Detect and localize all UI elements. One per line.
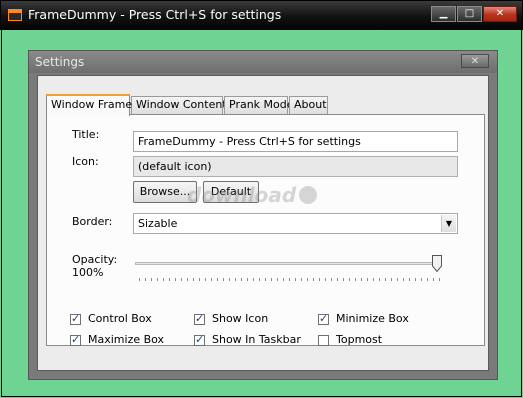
dialog-body: Window Frame Window Content Prank Mode A… [37,75,489,371]
watermark: download [187,183,318,207]
window-controls: ▁ □ ✕ [431,6,517,22]
app-window-icon [8,9,22,21]
tab-prank-mode[interactable]: Prank Mode [224,96,294,114]
window-titlebar[interactable]: FrameDummy - Press Ctrl+S for settings ▁… [0,0,523,30]
border-selected-value: Sizable [138,217,178,230]
dialog-titlebar[interactable]: Settings ✕ [29,51,497,73]
border-select[interactable]: Sizable ▼ [133,213,458,234]
close-button[interactable]: ✕ [483,6,517,22]
opacity-slider-ticks [139,278,441,281]
show-icon-label: Show Icon [212,312,269,325]
topmost-label: Topmost [336,333,383,346]
title-label: Title: [72,128,100,141]
topmost-checkbox[interactable] [318,335,329,346]
opacity-slider-track[interactable] [135,262,442,265]
border-label: Border: [72,215,113,228]
chevron-down-icon[interactable]: ▼ [441,215,456,232]
show-in-taskbar-label: Show In Taskbar [212,333,301,346]
maximize-box-label: Maximize Box [88,333,165,346]
control-box-checkbox[interactable] [70,312,81,325]
tab-panel-window-frame: Title: FrameDummy - Press Ctrl+S for set… [46,114,485,346]
opacity-slider-thumb[interactable] [432,255,442,272]
window-title: FrameDummy - Press Ctrl+S for settings [28,7,282,22]
control-box-label: Control Box [88,312,152,325]
dialog-title: Settings [35,55,85,69]
icon-path-field: (default icon) [133,156,458,177]
icon-label: Icon: [72,155,99,168]
watermark-text: download [187,183,297,207]
opacity-value: 100% [72,266,104,279]
minimize-button[interactable]: ▁ [431,6,456,22]
dialog-close-button[interactable]: ✕ [461,54,489,68]
tab-window-frame[interactable]: Window Frame [46,94,132,116]
opacity-label: Opacity: [72,253,118,266]
tab-about[interactable]: About [289,96,328,114]
settings-dialog: Settings ✕ Window Frame Window Content P… [28,50,498,380]
minimize-box-label: Minimize Box [336,312,409,325]
maximize-box-checkbox[interactable] [70,333,81,346]
show-in-taskbar-checkbox[interactable] [194,333,205,346]
tab-window-content[interactable]: Window Content [131,96,227,114]
show-icon-checkbox[interactable] [194,312,205,325]
maximize-button[interactable]: □ [457,6,482,22]
watermark-logo-icon [299,186,318,204]
minimize-box-checkbox[interactable] [318,312,329,325]
title-input[interactable]: FrameDummy - Press Ctrl+S for settings [133,131,458,152]
